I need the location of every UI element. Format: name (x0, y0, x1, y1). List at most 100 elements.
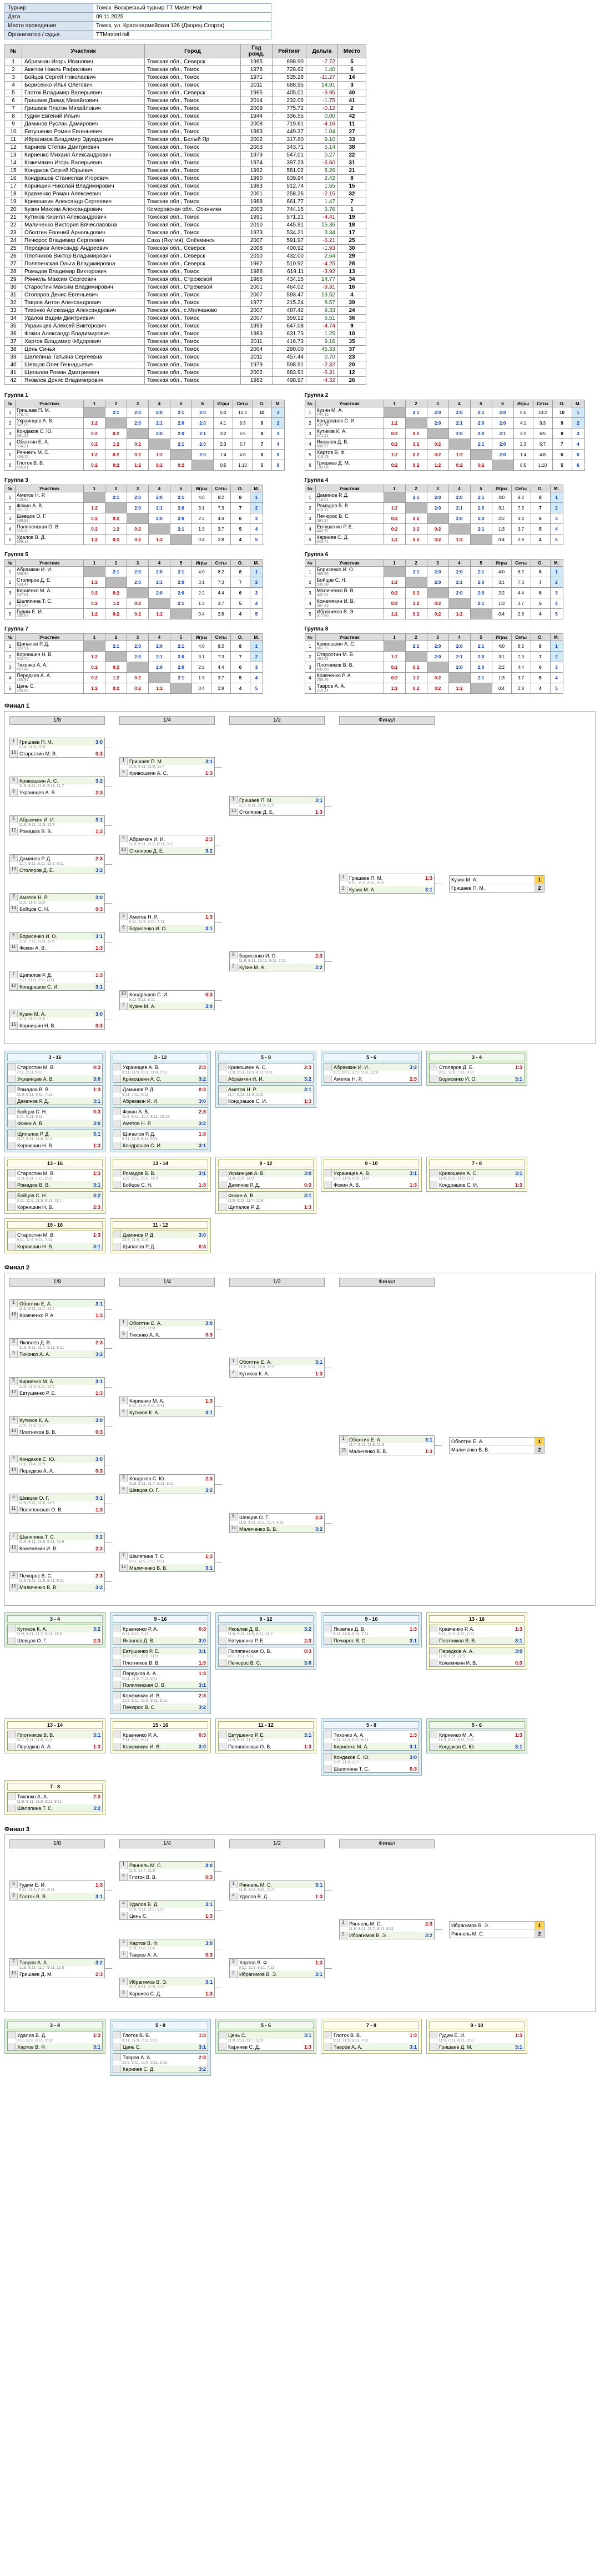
final-result-column: Оболтин Е. А. 1 Маличенко В. В. 2 (449, 1290, 544, 1601)
player-b: Корнишин Н. В. 2:3 (8, 1203, 102, 1211)
delta: 9.33 (306, 306, 338, 315)
participant-name: Оболтин Е. А. (349, 1436, 382, 1443)
player-a: 6 Борисенко И. О. 3:1 (10, 932, 104, 940)
player-b: Гришаев Д. М. 3:1 (430, 2043, 524, 2050)
rating: 775.72 (272, 104, 306, 113)
participant-name: Евтушенко Р. Е. (228, 1637, 265, 1644)
match-score: 1:3 (93, 1232, 100, 1238)
player-b: 15 Маличенко В. В. 3:1 (120, 1564, 214, 1571)
sets: 7:3 (211, 502, 231, 513)
player-b: 13 Столяров Д. Е. 3:2 (120, 847, 214, 854)
table-row: 7 Гришаев Платон Михайлович Томская обл., … (4, 104, 366, 113)
player-b: 2 Кузин М. А. 3:0 (120, 1002, 214, 1010)
games: 1:3 (491, 523, 512, 535)
row-number: 16 (4, 174, 22, 183)
table-row: 5 Хартов В. Ф. 416.73 1:2 0:2 0:2 1:2 2:0 1:4 4:8… (304, 449, 585, 460)
table-row: 3 Бойцов Сергей Николаевич Томская обл., Т… (4, 73, 366, 82)
seed (219, 1659, 226, 1666)
place: 39 (337, 299, 366, 307)
score-cell: 2:0 (170, 502, 192, 513)
place: 3 (337, 81, 366, 89)
score-cell: 2:0 (148, 428, 170, 439)
match-score: 1:3 (198, 2032, 206, 2038)
place: 2 (250, 502, 263, 513)
birth-year: 1973 (240, 229, 273, 237)
games: 0:4 (491, 608, 512, 619)
sets: 8:2 (211, 641, 231, 652)
place: 4 (571, 438, 585, 450)
set-scores: 9:11, 11:9, 7:11, 8:11 (19, 1888, 55, 1892)
points: 4 (230, 683, 250, 694)
score-cell: 2:0 (448, 587, 471, 598)
row-number: 40 (4, 361, 22, 369)
seed: 2 (10, 1572, 18, 1579)
row-number: 4 (304, 672, 316, 683)
final-place: 1 (535, 1921, 544, 1929)
player-b: 9 Украинцев А. В. 2:3 (10, 789, 104, 796)
place: 24 (337, 306, 366, 315)
table-row: 6 Гришаев Давид Михайлович Томская обл., Т… (4, 97, 366, 105)
delta: -4.74 (306, 322, 338, 330)
column-header: Город (144, 44, 241, 58)
seed: 10 (120, 991, 128, 998)
birth-year: 2009 (240, 104, 273, 113)
self-cell (148, 672, 170, 683)
sets: 7:3 (511, 651, 531, 662)
player-a: 1 Оболтин Е. А. 3:1 (10, 1300, 104, 1307)
participant-name: Яковлев Денис Владимирович (22, 376, 145, 385)
set-scores: 11:9, 8:11, 7:11, 9:11 (17, 1177, 53, 1181)
match: Украинцев А. В. 3:1 11:7, 11:9, 9:11, 11:8… (324, 1169, 419, 1189)
row-number: 20 (4, 205, 22, 214)
participants-body: 1 Абрамкин Игорь Иванович Томская обл., Се… (4, 58, 366, 385)
score-cell: 2:0 (470, 502, 492, 513)
row-number: 2 (304, 502, 316, 513)
column-header: Игры (191, 559, 211, 567)
player-a: Ромадов В. В. 1:3 (8, 1086, 102, 1093)
match-score: 1:3 (95, 828, 103, 834)
place: 6 (337, 65, 366, 74)
participant-name: Шевцов О. Г. (17, 1637, 47, 1644)
match-score: 3:1 (304, 1086, 311, 1092)
bracket: 8 Гудим Е. И. 1:3 9:11, 11:9, 7:11, 8:11 9 Гл… (9, 1852, 591, 2007)
column-header: Дельта (306, 44, 338, 58)
column-header: О. (530, 633, 551, 641)
games: 0:5 (213, 460, 233, 471)
participant-name: Карниев С. Д. (123, 2066, 155, 2072)
participant-name: Бойцов Сергей Николаевич (22, 73, 145, 82)
row-number: 36 (4, 330, 22, 338)
score-cell: 1:2 (405, 438, 427, 450)
column-header: О. (230, 559, 250, 567)
info-value: Томск. Воскресный турнир ТТ Master Hall (93, 3, 271, 13)
match: Украинцев А. В. 2:3 8:11, 11:9, 9:11, 11:8… (113, 1063, 208, 1083)
participant-name: Гришаев П. М. (451, 885, 485, 891)
rating: 744.15 (272, 205, 306, 214)
set-scores: 6:11, 8:11, 7:11 (122, 1632, 149, 1636)
city: Томская обл., Томск (144, 376, 241, 385)
section-title: Финал 2 (4, 1264, 30, 1271)
seed: 13 (10, 1428, 18, 1435)
set-scores: 11:9, 8:11, 9:11, 7:11 (17, 1093, 53, 1097)
participant-name: Кутиков К. А. (239, 1370, 269, 1377)
score-cell: 0:2 (383, 587, 406, 598)
rating: 535.28 (272, 73, 306, 82)
seed (8, 1086, 16, 1093)
birth-year: 2011 (240, 353, 273, 361)
place: 37 (337, 345, 366, 354)
self-cell (105, 502, 127, 513)
row-number: 2 (4, 417, 16, 429)
sets: 3:7 (211, 672, 231, 683)
participant-name: Цень С. (129, 1913, 148, 1919)
row-number: 5 (4, 683, 16, 694)
participant-name: Украинцев А. В. (123, 1064, 160, 1070)
column-header: Игры (491, 485, 512, 492)
set-scores: 11:8, 9:11, 11:7, 11:9 (129, 1908, 165, 1912)
seed: 4 (10, 1416, 18, 1424)
participant-name: Аметов Н. Р. (334, 1076, 362, 1082)
set-scores: 11:8, 9:11, 11:5, 11:9 (19, 823, 55, 827)
column-header: Игры (491, 559, 512, 567)
set-scores: 11:9, 8:11, 11:7, 9:11, 9:11 (19, 1346, 64, 1350)
player-a: Кравченко Р. А. 0:3 (113, 1625, 208, 1632)
participant-name: Столяров Денис Евгеньевич (22, 291, 145, 299)
set-scores: 8:11, 6:11, 9:11 (17, 1115, 43, 1119)
player-a: Евтушенко Р. Е. 3:1 (219, 1731, 313, 1738)
